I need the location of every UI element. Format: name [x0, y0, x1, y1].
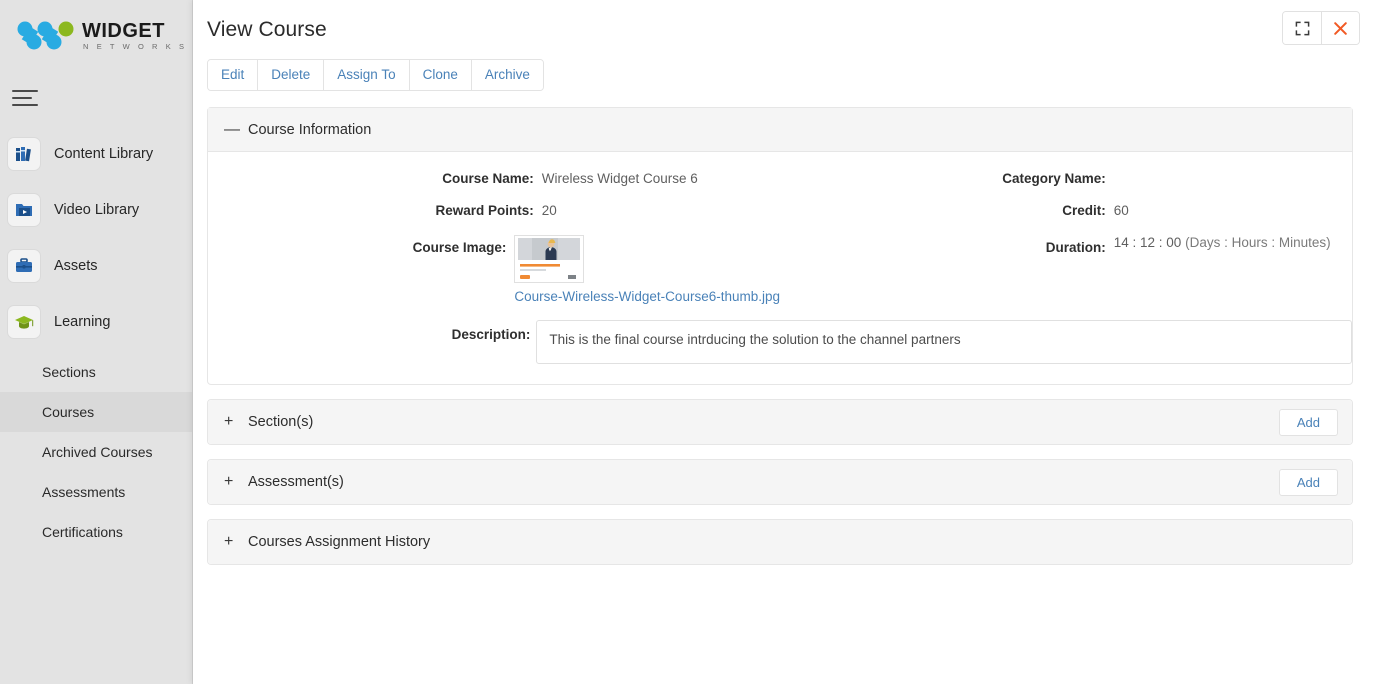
- page-title: View Course: [207, 18, 1353, 41]
- course-information-panel-header[interactable]: — Course Information: [208, 108, 1352, 152]
- description-value: This is the final course intrducing the …: [536, 320, 1352, 364]
- sidebar-subitem-label: Assessments: [42, 484, 125, 500]
- course-thumbnail-preview-icon: [515, 236, 583, 282]
- row-name-category: Course Name: Wireless Widget Course 6 Ca…: [208, 170, 1352, 186]
- add-assessment-button[interactable]: Add: [1279, 469, 1338, 496]
- field-category-name: Category Name:: [780, 170, 1352, 186]
- sections-panel-title: Section(s): [248, 414, 313, 430]
- sidebar-subitem-label: Courses: [42, 404, 94, 420]
- brand-name: WIDGET: [82, 21, 187, 41]
- brand-tagline: N E T W O R K S: [82, 43, 187, 51]
- sidebar-item-assessments[interactable]: Assessments: [0, 472, 192, 512]
- expand-plus-icon: +: [224, 474, 240, 490]
- course-thumbnail-image[interactable]: [514, 235, 584, 283]
- assign-to-button[interactable]: Assign To: [323, 60, 408, 90]
- edit-button[interactable]: Edit: [208, 60, 257, 90]
- clone-button[interactable]: Clone: [409, 60, 471, 90]
- brand-logo[interactable]: WIDGET N E T W O R K S: [0, 0, 192, 72]
- expand-fullscreen-button[interactable]: [1283, 12, 1321, 44]
- course-information-content: Course Name: Wireless Widget Course 6 Ca…: [208, 152, 1352, 384]
- course-image-value: Course-Wireless-Widget-Course6-thumb.jpg: [512, 234, 780, 304]
- modal-body: — Course Information Course Name: Wirele…: [193, 91, 1375, 565]
- modal-header-actions: [1282, 11, 1360, 45]
- category-name-label: Category Name:: [780, 170, 1112, 186]
- sidebar-subnav: Sections Courses Archived Courses Assess…: [0, 352, 192, 552]
- assessments-panel-header[interactable]: + Assessment(s) Add: [208, 460, 1352, 504]
- courses-assignment-history-panel-header[interactable]: + Courses Assignment History: [208, 520, 1352, 564]
- expand-plus-icon: +: [224, 534, 240, 550]
- description-label: Description:: [208, 320, 536, 364]
- collapse-minus-icon: —: [224, 122, 240, 138]
- duration-value: 14 : 12 : 00: [1114, 235, 1182, 250]
- expand-plus-icon: +: [224, 414, 240, 430]
- field-course-image: Course Image:: [208, 234, 780, 304]
- sidebar-item-courses[interactable]: Courses: [0, 392, 192, 432]
- duration-value-group: 14 : 12 : 00 (Days : Hours : Minutes): [1112, 234, 1331, 304]
- sidebar-item-assets[interactable]: Assets: [0, 238, 192, 294]
- category-name-value: [1112, 170, 1114, 186]
- hamburger-menu-icon: [12, 89, 38, 107]
- field-duration: Duration: 14 : 12 : 00 (Days : Hours : M…: [780, 234, 1352, 304]
- modal-header: View Course: [193, 0, 1375, 41]
- sidebar: WIDGET N E T W O R K S: [0, 0, 193, 684]
- sidebar-item-certifications[interactable]: Certifications: [0, 512, 192, 552]
- assessments-panel: + Assessment(s) Add: [207, 459, 1353, 505]
- sidebar-item-learning[interactable]: Learning: [0, 294, 192, 350]
- sidebar-item-archived-courses[interactable]: Archived Courses: [0, 432, 192, 472]
- delete-button[interactable]: Delete: [257, 60, 323, 90]
- briefcase-icon: [8, 250, 40, 282]
- credit-label: Credit:: [780, 202, 1112, 218]
- sidebar-nav: Content Library Video Library: [0, 126, 192, 350]
- sidebar-item-label: Video Library: [54, 202, 139, 218]
- graduation-cap-icon: [8, 306, 40, 338]
- courses-assignment-history-panel: + Courses Assignment History: [207, 519, 1353, 565]
- expand-fullscreen-icon: [1295, 21, 1310, 36]
- field-reward-points: Reward Points: 20: [208, 202, 780, 218]
- sidebar-item-content-library[interactable]: Content Library: [0, 126, 192, 182]
- course-name-value: Wireless Widget Course 6: [540, 170, 698, 186]
- duration-units: (Days : Hours : Minutes): [1185, 235, 1331, 250]
- field-course-name: Course Name: Wireless Widget Course 6: [208, 170, 780, 186]
- books-icon: [8, 138, 40, 170]
- row-image-duration: Course Image:: [208, 234, 1352, 304]
- sections-panel-header[interactable]: + Section(s) Add: [208, 400, 1352, 444]
- field-description: Description: This is the final course in…: [208, 320, 1352, 364]
- row-points-credit: Reward Points: 20 Credit: 60: [208, 202, 1352, 218]
- course-information-title: Course Information: [248, 122, 371, 138]
- hamburger-menu-button[interactable]: [0, 74, 192, 122]
- course-image-label: Course Image:: [208, 234, 512, 304]
- reward-points-value: 20: [540, 202, 557, 218]
- course-information-panel: — Course Information Course Name: Wirele…: [207, 107, 1353, 385]
- field-credit: Credit: 60: [780, 202, 1352, 218]
- close-x-icon: [1332, 20, 1349, 37]
- course-image-filename-link[interactable]: Course-Wireless-Widget-Course6-thumb.jpg: [514, 289, 780, 304]
- app-root: A C A Ne WIDGET N E T W O R K S: [0, 0, 1375, 684]
- credit-value: 60: [1112, 202, 1129, 218]
- reward-points-label: Reward Points:: [208, 202, 540, 218]
- close-button[interactable]: [1321, 12, 1359, 44]
- course-action-toolbar: Edit Delete Assign To Clone Archive: [207, 59, 544, 91]
- sidebar-item-video-library[interactable]: Video Library: [0, 182, 192, 238]
- sidebar-subitem-label: Certifications: [42, 524, 123, 540]
- assessments-panel-title: Assessment(s): [248, 474, 344, 490]
- sidebar-item-label: Assets: [54, 258, 98, 274]
- video-folder-icon: [8, 194, 40, 226]
- courses-assignment-history-title: Courses Assignment History: [248, 534, 430, 550]
- widget-networks-logo-icon: [16, 19, 76, 53]
- archive-button[interactable]: Archive: [471, 60, 543, 90]
- add-section-button[interactable]: Add: [1279, 409, 1338, 436]
- sidebar-item-label: Content Library: [54, 146, 153, 162]
- course-name-label: Course Name:: [208, 170, 540, 186]
- row-description: Description: This is the final course in…: [208, 320, 1352, 364]
- duration-label: Duration:: [780, 234, 1112, 304]
- sidebar-subitem-label: Sections: [42, 364, 96, 380]
- view-course-modal: View Course: [193, 0, 1375, 684]
- sections-panel: + Section(s) Add: [207, 399, 1353, 445]
- sidebar-item-sections[interactable]: Sections: [0, 352, 192, 392]
- sidebar-subitem-label: Archived Courses: [42, 444, 153, 460]
- sidebar-item-label: Learning: [54, 314, 110, 330]
